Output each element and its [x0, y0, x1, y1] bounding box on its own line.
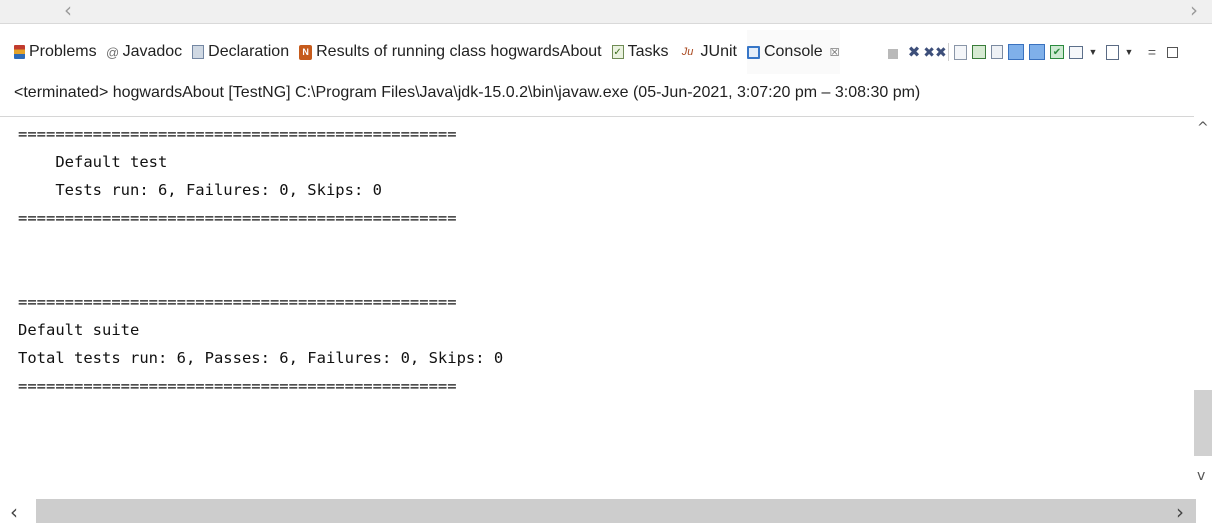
problems-icon: [14, 45, 25, 59]
vertical-scroll-thumb[interactable]: [1194, 390, 1212, 456]
toolbar-separator: [948, 43, 949, 61]
console-icon: [746, 45, 760, 59]
console-text: ========================================…: [18, 120, 503, 400]
tab-testng-results[interactable]: N Results of running class hogwardsAbout: [299, 30, 602, 74]
tab-label: Javadoc: [122, 43, 183, 60]
terminate-icon[interactable]: [888, 49, 898, 59]
scroll-left-arrow-icon[interactable]: ‹: [64, 0, 72, 22]
testng-results-icon: N: [299, 44, 313, 60]
console-line: ========================================…: [18, 377, 457, 395]
console-toolbar: ✖ ✖✖ ✔ ▼ ▼ =: [886, 40, 1178, 64]
open-console-icon[interactable]: [1106, 44, 1119, 60]
scroll-down-arrow-icon[interactable]: v: [1197, 468, 1205, 484]
tab-tasks[interactable]: ✓ Tasks: [611, 30, 669, 74]
console-output[interactable]: ========================================…: [0, 116, 1212, 496]
minimize-icon[interactable]: =: [1146, 43, 1158, 61]
tab-junit[interactable]: Ju JUnit: [679, 30, 737, 74]
horizontal-scroll-track[interactable]: [36, 499, 1196, 523]
junit-icon: Ju: [681, 46, 694, 58]
vertical-scrollbar[interactable]: ^ v: [1194, 116, 1212, 496]
tab-declaration[interactable]: Declaration: [192, 30, 289, 74]
tab-label: Declaration: [208, 43, 290, 60]
scroll-lock-icon[interactable]: [972, 45, 986, 59]
display-console-icon[interactable]: [1069, 45, 1083, 59]
console-line: Tests run: 6, Failures: 0, Skips: 0: [18, 181, 382, 199]
tab-problems[interactable]: Problems: [14, 30, 97, 74]
scroll-up-arrow-icon[interactable]: ^: [1197, 120, 1209, 136]
console-process-label: <terminated> hogwardsAbout [TestNG] C:\P…: [14, 84, 921, 101]
scroll-right-arrow-icon[interactable]: ›: [1176, 500, 1184, 524]
console-line: Total tests run: 6, Passes: 6, Failures:…: [18, 349, 504, 367]
tab-javadoc[interactable]: @ Javadoc: [105, 30, 183, 74]
chevron-down-icon[interactable]: ▼: [1124, 43, 1134, 61]
console-line: Default suite: [18, 321, 140, 339]
word-wrap-icon[interactable]: [991, 45, 1003, 59]
javadoc-icon: @: [105, 44, 120, 60]
console-line: ========================================…: [18, 125, 457, 143]
show-on-stderr-icon[interactable]: [1029, 44, 1045, 60]
tab-label: Console: [763, 43, 823, 60]
horizontal-scrollbar[interactable]: ‹ ›: [0, 496, 1212, 526]
tab-label: Tasks: [627, 43, 669, 60]
editor-scrollbar-remnant: ‹ ›: [0, 0, 1212, 24]
tab-label: Results of running class hogwardsAbout: [316, 43, 602, 60]
scroll-left-arrow-icon[interactable]: ‹: [10, 500, 18, 524]
remove-all-terminated-icon[interactable]: ✖✖: [923, 43, 946, 61]
tab-console[interactable]: Console ☒: [746, 30, 840, 74]
tasks-icon: ✓: [611, 45, 624, 59]
console-line: ========================================…: [18, 209, 457, 227]
console-line: ========================================…: [18, 293, 457, 311]
console-line: Default test: [18, 153, 168, 171]
tab-label: Problems: [29, 43, 97, 60]
pin-console-icon[interactable]: ✔: [1050, 45, 1064, 59]
close-tab-icon[interactable]: ☒: [830, 46, 840, 59]
maximize-icon[interactable]: [1167, 46, 1178, 58]
chevron-down-icon[interactable]: ▼: [1088, 43, 1098, 61]
scroll-right-arrow-icon[interactable]: ›: [1190, 0, 1198, 22]
show-on-stdout-icon[interactable]: [1008, 44, 1024, 60]
tab-label: JUnit: [700, 43, 737, 60]
clear-console-icon[interactable]: [954, 44, 967, 60]
remove-launch-icon[interactable]: ✖: [906, 43, 922, 61]
declaration-icon: [192, 45, 205, 59]
